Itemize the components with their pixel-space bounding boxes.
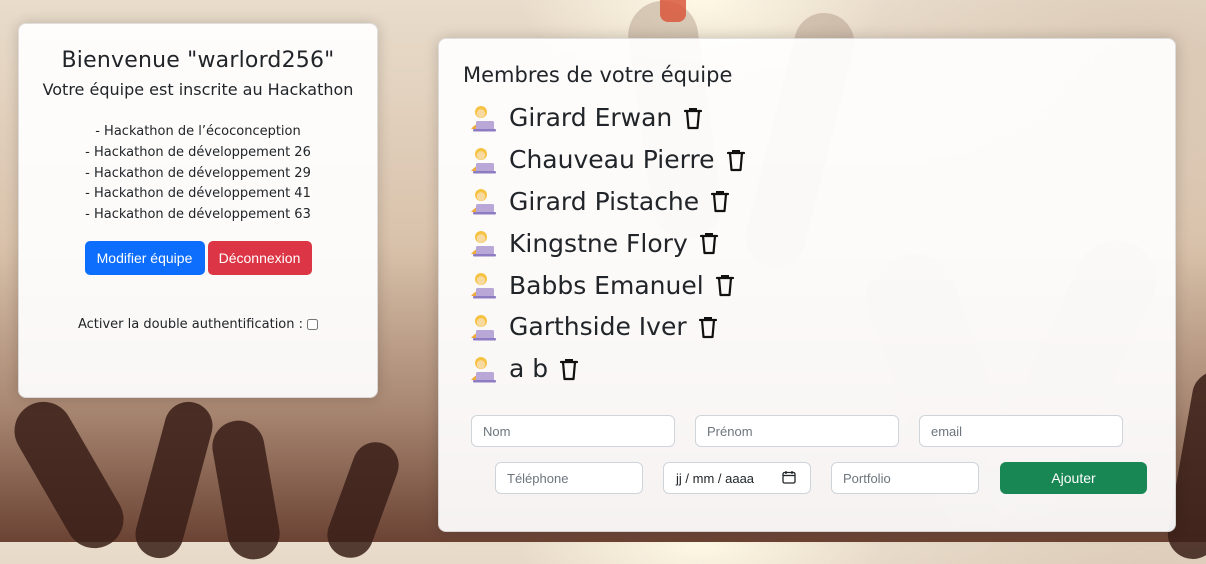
members-card: Membres de votre équipe Girard Erwan Chau… xyxy=(438,38,1176,532)
nom-input[interactable] xyxy=(471,415,675,447)
technologist-icon xyxy=(467,186,497,216)
calendar-icon[interactable] xyxy=(782,470,796,487)
twofa-label: Activer la double authentification : xyxy=(77,316,304,332)
hackathon-item: - Hackathon de l’écoconception xyxy=(95,124,301,139)
trash-icon[interactable] xyxy=(709,189,731,213)
hackathon-item: - Hackathon de développement 41 xyxy=(85,186,311,202)
technologist-icon xyxy=(467,270,497,300)
team-info-card: Bienvenue "warlord256" Votre équipe est … xyxy=(18,23,378,398)
member-list: Girard Erwan Chauveau Pierre Girard Pistac… xyxy=(467,97,747,390)
trash-icon[interactable] xyxy=(697,315,719,339)
email-input[interactable] xyxy=(919,415,1123,447)
member-name: Girard Pistache xyxy=(509,186,700,216)
hackathon-list: - Hackathon de l’écoconception - Hackath… xyxy=(19,122,377,226)
trash-icon[interactable] xyxy=(698,231,720,255)
technologist-icon xyxy=(467,354,497,384)
member-item: Babbs Emanuel xyxy=(467,264,747,306)
technologist-icon xyxy=(467,145,497,175)
welcome-title: Bienvenue "warlord256" xyxy=(61,48,335,73)
trash-icon[interactable] xyxy=(725,148,747,172)
member-item: Chauveau Pierre xyxy=(467,139,747,181)
prenom-input[interactable] xyxy=(695,415,899,447)
member-name: Chauveau Pierre xyxy=(509,145,715,175)
technologist-icon xyxy=(467,228,497,258)
technologist-icon xyxy=(467,312,497,342)
member-name: Girard Erwan xyxy=(509,103,673,133)
member-item: Girard Erwan xyxy=(467,97,747,139)
portfolio-input[interactable] xyxy=(831,462,979,494)
technologist-icon xyxy=(467,103,497,133)
date-input[interactable]: jj / mm / aaaa xyxy=(663,462,811,494)
add-member-button[interactable]: Ajouter xyxy=(1000,462,1147,494)
logout-button[interactable]: Déconnexion xyxy=(207,240,312,275)
member-item: Girard Pistache xyxy=(467,181,747,223)
member-name: Kingstne Flory xyxy=(509,228,688,258)
team-actions: Modifier équipe Déconnexion xyxy=(19,240,377,275)
members-title: Membres de votre équipe xyxy=(463,63,733,87)
trash-icon[interactable] xyxy=(714,273,736,297)
hackathon-item: - Hackathon de développement 63 xyxy=(85,207,311,223)
member-item: Garthside Iver xyxy=(467,306,747,348)
edit-team-button[interactable]: Modifier équipe xyxy=(84,240,205,275)
twofa-checkbox[interactable] xyxy=(307,318,319,330)
telephone-input[interactable] xyxy=(495,462,643,494)
date-value: jj / mm / aaaa xyxy=(676,470,755,486)
registered-text: Votre équipe est inscrite au Hackathon xyxy=(42,80,354,99)
twofa-row: Activer la double authentification : xyxy=(19,317,377,332)
trash-icon[interactable] xyxy=(558,357,580,381)
member-name: Garthside Iver xyxy=(509,312,687,342)
member-item: a b xyxy=(467,348,747,390)
member-name: Babbs Emanuel xyxy=(509,270,704,300)
member-name: a b xyxy=(509,354,549,384)
trash-icon[interactable] xyxy=(682,106,704,130)
hackathon-item: - Hackathon de développement 26 xyxy=(85,144,311,160)
hackathon-item: - Hackathon de développement 29 xyxy=(85,165,311,181)
member-item: Kingstne Flory xyxy=(467,222,747,264)
